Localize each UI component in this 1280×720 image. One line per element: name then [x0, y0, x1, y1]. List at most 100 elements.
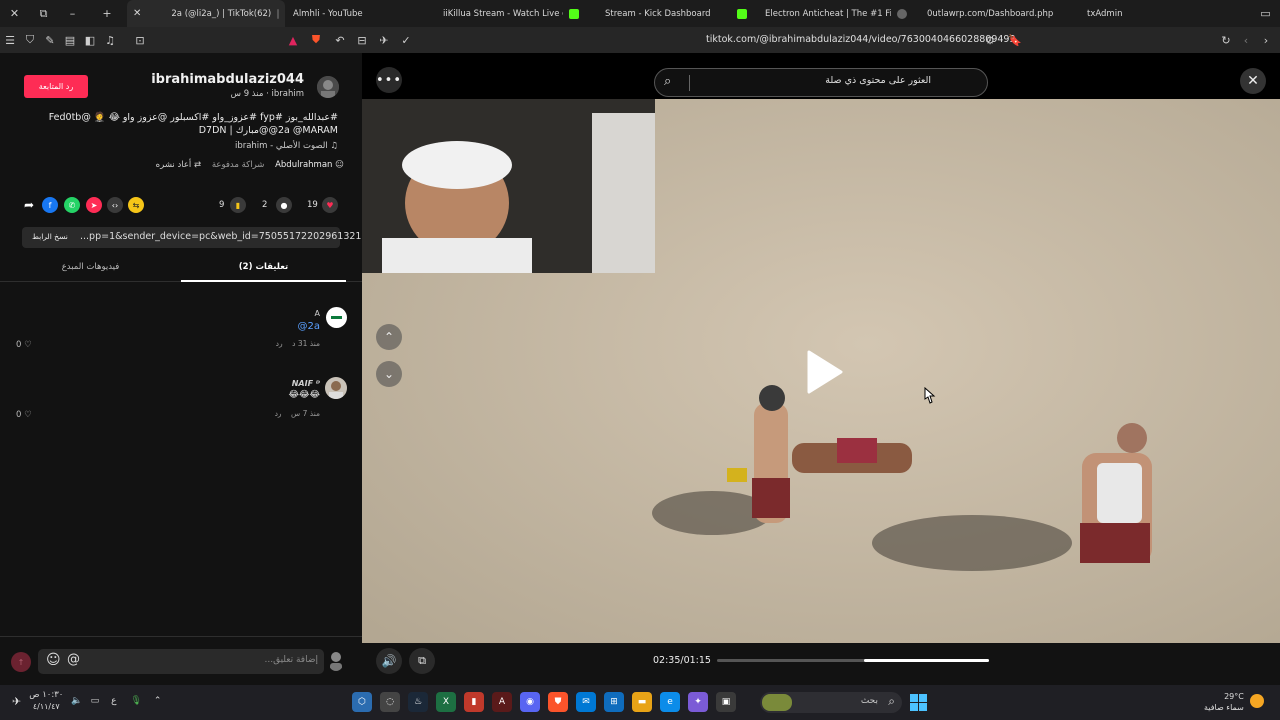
next-video-icon[interactable]: ⌄ — [376, 361, 402, 387]
search-icon[interactable]: ⌕ — [664, 74, 671, 89]
brave-icon[interactable]: ⛊ — [548, 692, 568, 712]
app-icon[interactable]: ⬡ — [352, 692, 372, 712]
edge-icon[interactable]: e — [660, 692, 680, 712]
app-icon[interactable]: A — [492, 692, 512, 712]
tab-electron[interactable]: Electron Anticheat | The #1 FiveM A — [757, 0, 919, 27]
tab-switcher-icon[interactable]: ⧉ — [29, 0, 58, 27]
mention-icon[interactable]: @ — [67, 652, 80, 667]
mail-icon[interactable]: ✉ — [576, 692, 596, 712]
commenter-name[interactable]: A — [315, 309, 320, 318]
folder-icon[interactable]: ▬ — [632, 692, 652, 712]
steam-icon[interactable]: ♨ — [408, 692, 428, 712]
share-link-text[interactable]: ...pp=1&sender_device=pc&web_id=75055172… — [80, 231, 374, 242]
microphone-icon[interactable]: 🎙 — [130, 696, 141, 706]
extension-icon[interactable]: ✓ — [396, 27, 416, 53]
brave-shield-icon[interactable]: ⛊ — [306, 27, 326, 53]
search-placeholder: العثور على محتوى ذي صلة — [825, 75, 931, 86]
follow-back-button[interactable]: رد المتابعة — [24, 75, 88, 98]
shield-icon[interactable]: ⛉ — [20, 27, 40, 53]
taskbar-search[interactable]: بحث ⌕ — [760, 692, 902, 713]
repost-share-icon[interactable]: ⇆ — [128, 197, 144, 213]
bookmark-icon[interactable]: ▮ — [230, 197, 246, 213]
close-tab-icon[interactable]: ✕ — [133, 8, 141, 19]
back-icon[interactable]: ‹ — [1236, 27, 1256, 53]
weather-widget[interactable]: 29°C سماء صافية — [1204, 691, 1244, 713]
music-icon[interactable]: ♫ — [100, 27, 120, 53]
tab-tiktok[interactable]: ✕ 2a (@li2a_) | TikTok(62) — [127, 0, 285, 27]
site-settings-icon[interactable]: ⚙ — [980, 27, 1000, 53]
network-icon[interactable]: ✈ — [12, 695, 21, 708]
discord-icon[interactable]: ◉ — [520, 692, 540, 712]
menu-icon[interactable]: ☰ — [0, 27, 20, 53]
comment-likes[interactable]: 0 ♡ — [16, 410, 32, 420]
comment-likes[interactable]: 0 ♡ — [16, 340, 32, 350]
related-search-bar[interactable]: ⌕ العثور على محتوى ذي صلة — [654, 68, 988, 97]
app-icon[interactable]: ◌ — [380, 692, 400, 712]
tab-txadmin[interactable]: txAdmin — [1079, 0, 1199, 27]
author-avatar[interactable] — [317, 76, 339, 98]
username[interactable]: ibrahimabdulaziz044 — [151, 72, 304, 87]
facebook-icon[interactable]: f — [42, 197, 58, 213]
tab-comments[interactable]: (2) تعليقات — [181, 262, 346, 272]
clock[interactable]: ١٠:٣٠ ص ٤/١١/٤٧ — [29, 690, 63, 712]
embed-icon[interactable]: ‹› — [107, 197, 123, 213]
whatsapp-icon[interactable]: ✆ — [64, 197, 80, 213]
sidebar-toggle-icon[interactable]: ▭ — [1251, 0, 1280, 27]
tab-title: 2a (@li2a_) | TikTok(62) — [171, 8, 272, 19]
display-icon[interactable]: ▭ — [91, 696, 100, 706]
repost-user[interactable]: Abdulrahman — [275, 160, 332, 170]
video-player[interactable]: ••• ⌕ العثور على محتوى ذي صلة ✕ ⌃ ⌄ 🔊 ⧉ … — [362, 53, 1280, 685]
pin-icon[interactable]: ✎ — [40, 27, 60, 53]
sound-link[interactable]: ♫ الصوت الأصلي - ibrahim — [235, 141, 338, 151]
volume-icon[interactable]: 🔊 — [376, 648, 402, 674]
progress-bar[interactable] — [717, 659, 989, 662]
previous-video-icon[interactable]: ⌃ — [376, 324, 402, 350]
tab-kick-stream[interactable]: iiKillua Stream - Watch Live on K — [435, 0, 597, 27]
forward-icon[interactable]: › — [1256, 27, 1276, 53]
tab-title: 0utlawrp.com/Dashboard.php — [927, 8, 1054, 19]
triangle-icon[interactable]: ▲ — [283, 27, 303, 53]
copilot-icon[interactable]: ✦ — [688, 692, 708, 712]
play-icon[interactable] — [805, 350, 845, 394]
language-indicator[interactable]: ع — [111, 696, 116, 706]
task-view-icon[interactable]: ▣ — [716, 692, 736, 712]
store-icon[interactable]: ⊞ — [604, 692, 624, 712]
picture-in-picture-icon[interactable]: ⧉ — [409, 648, 435, 674]
repost-text: أعاد نشره — [155, 160, 192, 170]
send-icon[interactable]: ➤ — [86, 197, 102, 213]
copy-link-button[interactable]: نسخ الرابط — [32, 232, 68, 241]
tab-creator-videos[interactable]: فيديوهات المبدع — [0, 262, 181, 272]
app-icon[interactable]: ▮ — [464, 692, 484, 712]
commenter-name[interactable]: NAIF ᴰ — [292, 379, 320, 388]
comment-input[interactable]: ☺ @ إضافة تعليق... — [38, 649, 324, 674]
new-tab-icon[interactable]: + — [87, 0, 127, 27]
commenter-avatar[interactable] — [325, 377, 347, 399]
excel-icon[interactable]: X — [436, 692, 456, 712]
close-window-icon[interactable]: ✕ — [0, 0, 29, 27]
start-button[interactable] — [910, 694, 927, 711]
more-options-icon[interactable]: ••• — [376, 67, 402, 93]
translate-icon[interactable]: ✈ — [374, 27, 394, 53]
comment-icon[interactable]: ● — [276, 197, 292, 213]
chevron-up-icon[interactable]: ⌃ — [154, 696, 162, 706]
window-icon[interactable]: ▤ — [60, 27, 80, 53]
emoji-icon[interactable]: ☺ — [46, 652, 61, 668]
tab-icon[interactable]: ⊡ — [130, 27, 150, 53]
tab-kick-dashboard[interactable]: Stream - Kick Dashboard — [597, 0, 757, 27]
sidebar-icon[interactable]: ◧ — [80, 27, 100, 53]
minimize-icon[interactable]: – — [58, 0, 87, 27]
commenter-avatar[interactable] — [326, 307, 347, 328]
reload-icon[interactable]: ↻ — [1216, 27, 1236, 53]
send-comment-button[interactable]: ↑ — [11, 652, 31, 672]
tab-outlaw[interactable]: 0utlawrp.com/Dashboard.php — [919, 0, 1079, 27]
reader-icon[interactable]: ⊟ — [352, 27, 372, 53]
tab-youtube[interactable]: Almhli - YouTube — [285, 0, 435, 27]
bookmark-icon[interactable]: 🔖 — [1005, 27, 1025, 53]
share-arrow-icon[interactable]: ➦ — [21, 197, 37, 213]
close-video-icon[interactable]: ✕ — [1240, 68, 1266, 94]
heart-icon[interactable]: ♥ — [322, 197, 338, 213]
back-arrow-icon[interactable]: ↶ — [330, 27, 350, 53]
speaker-icon[interactable]: 🔈 — [71, 696, 82, 706]
address-bar-url[interactable]: tiktok.com/@ibrahimabdulaziz044/video/76… — [706, 27, 1016, 53]
my-avatar[interactable] — [328, 651, 344, 671]
